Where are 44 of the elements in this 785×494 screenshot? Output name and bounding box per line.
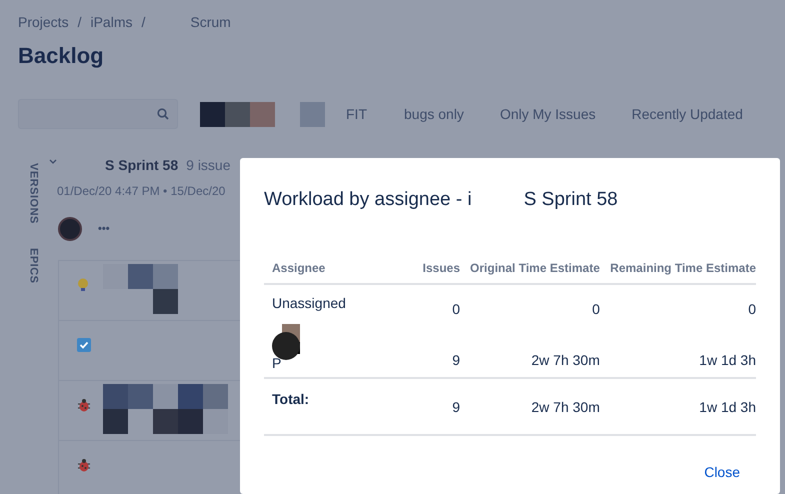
side-tab[interactable]: VERSIONS [24, 163, 42, 224]
avatar-filter[interactable] [200, 102, 275, 127]
sprint-dates: 01/Dec/20 4:47 PM • 15/Dec/20 [57, 183, 226, 200]
page-title: Backlog [18, 43, 105, 70]
table-cell: 1w 1d 3h [600, 378, 756, 434]
chevron-icon[interactable] [48, 158, 58, 166]
search-field[interactable] [18, 99, 178, 130]
breadcrumb-link[interactable]: iPalms [90, 12, 132, 33]
breadcrumb-separator: / [141, 13, 146, 32]
lightbulb-icon [77, 278, 89, 292]
total-label: Total: [264, 378, 414, 434]
column-header: Assignee [264, 254, 414, 284]
table-cell: 0 [460, 284, 600, 326]
dialog-title: Workload by assignee - i [264, 188, 472, 212]
table-cell: 2w 7h 30m [460, 378, 600, 434]
table-cell: 9 [414, 326, 460, 378]
dialog-title: S Sprint 58 [524, 188, 618, 212]
checkbox-icon [77, 338, 91, 352]
ladybug-icon [77, 398, 91, 412]
table-cell: 2w 7h 30m [460, 326, 600, 378]
quick-filter[interactable]: bugs only [404, 104, 464, 125]
more-actions[interactable]: ••• [98, 221, 110, 238]
table-cell: 0 [600, 284, 756, 326]
side-tab[interactable]: EPICS [24, 248, 42, 284]
assignee-name: Unassigned [272, 294, 346, 310]
close-link[interactable]: Close [704, 462, 740, 482]
avatar [58, 217, 82, 242]
ladybug-icon [77, 458, 91, 472]
column-header: Original Time Estimate [460, 254, 600, 284]
quick-filter[interactable]: Only My Issues [500, 104, 596, 125]
sprint-name: S Sprint 58 [105, 156, 178, 176]
quick-filter[interactable]: Recently Updated [632, 104, 743, 125]
breadcrumb-link[interactable]: Projects [18, 12, 69, 33]
quick-filter[interactable]: FIT [346, 104, 367, 125]
column-header: Issues [414, 254, 460, 284]
column-header: Remaining Time Estimate [600, 254, 756, 284]
breadcrumb-separator: / [78, 13, 82, 32]
table-cell: 9 [414, 378, 460, 434]
breadcrumb-link[interactable]: Scrum [190, 12, 231, 33]
search-icon [157, 108, 169, 120]
table-cell: 0 [414, 284, 460, 326]
issue-count: 9 issue [186, 156, 230, 176]
assignee-name: P [272, 356, 282, 370]
table-cell: 1w 1d 3h [600, 326, 756, 378]
